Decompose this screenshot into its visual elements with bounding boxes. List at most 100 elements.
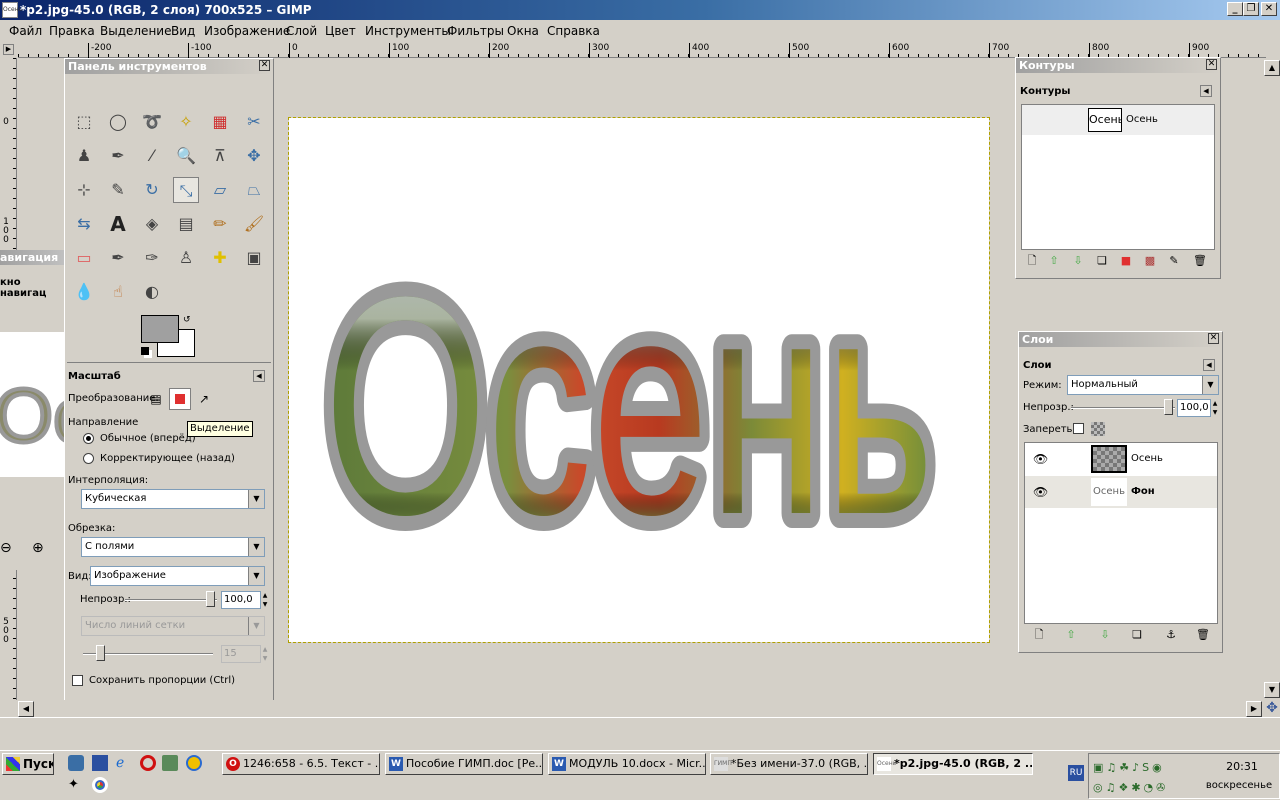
taskbar-item-gimp-untitled[interactable]: ГИМП *Без имени-37.0 (RGB, ... xyxy=(710,753,868,775)
menu-image[interactable]: Изображение xyxy=(204,24,290,38)
opera-icon[interactable] xyxy=(140,755,156,771)
fuzzy-select-tool-icon[interactable]: ✧ xyxy=(173,109,199,135)
ellipse-select-tool-icon[interactable]: ◯ xyxy=(105,109,131,135)
interpolation-select[interactable]: Кубическая ▼ xyxy=(81,489,265,509)
chrome-icon[interactable] xyxy=(92,777,108,793)
tab-menu-icon[interactable]: ◀ xyxy=(253,370,265,382)
path-row[interactable]: Осень Осень xyxy=(1022,105,1214,135)
start-button[interactable]: Пуск xyxy=(2,753,54,775)
scroll-right-icon[interactable]: ▶ xyxy=(1246,701,1262,717)
bucket-fill-tool-icon[interactable]: ◈ xyxy=(139,211,165,237)
scroll-left-icon[interactable]: ◀ xyxy=(18,701,34,717)
ie-icon[interactable]: ℯ xyxy=(116,755,132,771)
layers-close-button[interactable]: ✕ xyxy=(1208,333,1219,344)
navigate-icon[interactable]: ✥ xyxy=(1264,700,1280,717)
spin-arrows-icon[interactable]: ▲ ▼ xyxy=(1211,399,1219,417)
preview-select[interactable]: Изображение ▼ xyxy=(90,566,265,586)
quick-mask-corner[interactable]: ▶ xyxy=(0,41,18,58)
foreground-color-swatch[interactable] xyxy=(141,315,179,343)
swap-colors-icon[interactable]: ↺ xyxy=(183,315,191,325)
lasso-tool-icon[interactable]: ➰ xyxy=(139,109,165,135)
color-select-tool-icon[interactable]: ▦ xyxy=(207,109,233,135)
menu-tools[interactable]: Инструменты xyxy=(365,24,451,38)
perspective-tool-icon[interactable]: ⏢ xyxy=(241,177,267,203)
menu-file[interactable]: Файл xyxy=(9,24,42,38)
image-canvas[interactable]: Осень Осень Осень xyxy=(288,117,990,643)
tray-icons[interactable]: ▣♫☘♪S◉ ◎♫❖✱◔✇ xyxy=(1093,758,1203,798)
rect-select-tool-icon[interactable]: ⬚ xyxy=(71,109,97,135)
smudge-tool-icon[interactable]: ☝ xyxy=(105,279,131,305)
clock-time[interactable]: 20:31 xyxy=(1207,760,1277,773)
taskbar-item-gimp-p2[interactable]: Осень *p2.jpg-45.0 (RGB, 2 ... xyxy=(873,753,1033,775)
scroll-down-icon[interactable]: ▼ xyxy=(1264,682,1280,698)
paths-close-button[interactable]: ✕ xyxy=(1206,59,1217,70)
menu-help[interactable]: Справка xyxy=(547,24,600,38)
delete-layer-icon[interactable]: 🗑 xyxy=(1195,628,1211,642)
duplicate-path-icon[interactable]: ❏ xyxy=(1094,254,1110,268)
dodge-burn-tool-icon[interactable]: ◐ xyxy=(139,279,165,305)
perspective-clone-tool-icon[interactable]: ▣ xyxy=(241,245,267,271)
menu-colors[interactable]: Цвет xyxy=(325,24,356,38)
direction-normal-radio[interactable] xyxy=(83,433,94,444)
shear-tool-icon[interactable]: ▱ xyxy=(207,177,233,203)
eye-icon[interactable]: 👁 xyxy=(1033,485,1048,499)
color-picker-tool-icon[interactable]: ⁄ xyxy=(139,143,165,169)
transform-selection-button[interactable] xyxy=(169,388,191,410)
menu-select[interactable]: Выделение xyxy=(100,24,171,38)
measure-tool-icon[interactable]: ⊼ xyxy=(207,143,233,169)
zoom-in-icon[interactable]: ⊕ xyxy=(32,540,44,556)
layer-opacity-spin[interactable]: 100,0 xyxy=(1177,399,1211,417)
minimize-button[interactable]: _ xyxy=(1227,2,1243,16)
selection-to-path-icon[interactable]: ▩ xyxy=(1142,254,1158,268)
flip-tool-icon[interactable]: ⇆ xyxy=(71,211,97,237)
blur-tool-icon[interactable]: 💧 xyxy=(71,279,97,305)
desktop-icon[interactable] xyxy=(92,755,108,771)
default-colors-icon[interactable] xyxy=(141,347,149,355)
app-icon[interactable] xyxy=(162,755,178,771)
tool-opacity-thumb[interactable] xyxy=(206,591,215,607)
layer-opacity-thumb[interactable] xyxy=(1164,399,1173,415)
foreground-select-tool-icon[interactable]: ♟ xyxy=(71,143,97,169)
stroke-path-icon[interactable]: ✎ xyxy=(1166,254,1182,268)
layer-opacity-slider[interactable] xyxy=(1071,407,1175,409)
new-layer-icon[interactable]: 🗋 xyxy=(1031,628,1047,642)
keep-aspect-checkbox[interactable] xyxy=(72,675,83,686)
duplicate-layer-icon[interactable]: ❏ xyxy=(1129,628,1145,642)
eraser-tool-icon[interactable]: ▭ xyxy=(71,245,97,271)
maximize-button[interactable]: ❐ xyxy=(1243,2,1259,16)
toolbox-close-button[interactable]: ✕ xyxy=(259,60,270,71)
gimp-icon[interactable]: ✦ xyxy=(68,777,84,793)
rotate-tool-icon[interactable]: ↻ xyxy=(139,177,165,203)
media-player-icon[interactable] xyxy=(186,755,202,771)
menu-edit[interactable]: Правка xyxy=(49,24,95,38)
close-button[interactable]: ✕ xyxy=(1261,2,1277,16)
taskbar-item-word-docx[interactable]: W МОДУЛЬ 10.docx - Micr... xyxy=(548,753,706,775)
spin-arrows-icon[interactable]: ▲ ▼ xyxy=(261,591,269,609)
taskbar-item-word-doc[interactable]: W Пособие ГИМП.doc [Ре... xyxy=(385,753,543,775)
crop-tool-icon[interactable]: ✎ xyxy=(105,177,131,203)
vertical-scrollbar[interactable]: ▲ ▼ xyxy=(1264,58,1280,700)
delete-path-icon[interactable]: 🗑 xyxy=(1192,254,1208,268)
tab-menu-icon[interactable]: ◀ xyxy=(1200,85,1212,97)
airbrush-tool-icon[interactable]: ✒ xyxy=(105,245,131,271)
clipping-select[interactable]: С полями ▼ xyxy=(81,537,265,557)
lower-layer-icon[interactable]: ⇩ xyxy=(1097,628,1113,642)
layer-row[interactable]: 👁 Осень Фон xyxy=(1025,476,1217,508)
ink-tool-icon[interactable]: ✑ xyxy=(139,245,165,271)
new-path-icon[interactable]: 🗋 xyxy=(1024,254,1040,268)
heal-tool-icon[interactable]: ✚ xyxy=(207,245,233,271)
clone-tool-icon[interactable]: ♙ xyxy=(173,245,199,271)
direction-corrective-radio[interactable] xyxy=(83,453,94,464)
transform-layer-icon[interactable]: ▤ xyxy=(147,390,165,408)
move-tool-icon[interactable]: ✥ xyxy=(241,143,267,169)
anchor-layer-icon[interactable]: ⚓ xyxy=(1163,628,1179,642)
language-indicator[interactable]: RU xyxy=(1068,765,1084,781)
tool-opacity-slider[interactable] xyxy=(125,599,217,601)
navigation-preview[interactable]: Осень xyxy=(0,332,217,477)
menu-filters[interactable]: Фильтры xyxy=(447,24,504,38)
tool-opacity-spin[interactable]: 100,0 xyxy=(221,591,261,609)
layer-row[interactable]: 👁 Осень xyxy=(1025,443,1217,475)
paths-tool-icon[interactable]: ✒ xyxy=(105,143,131,169)
text-tool-icon[interactable]: A xyxy=(105,211,131,237)
taskbar-item-opera[interactable]: O 1246:658 - 6.5. Текст - ... xyxy=(222,753,380,775)
